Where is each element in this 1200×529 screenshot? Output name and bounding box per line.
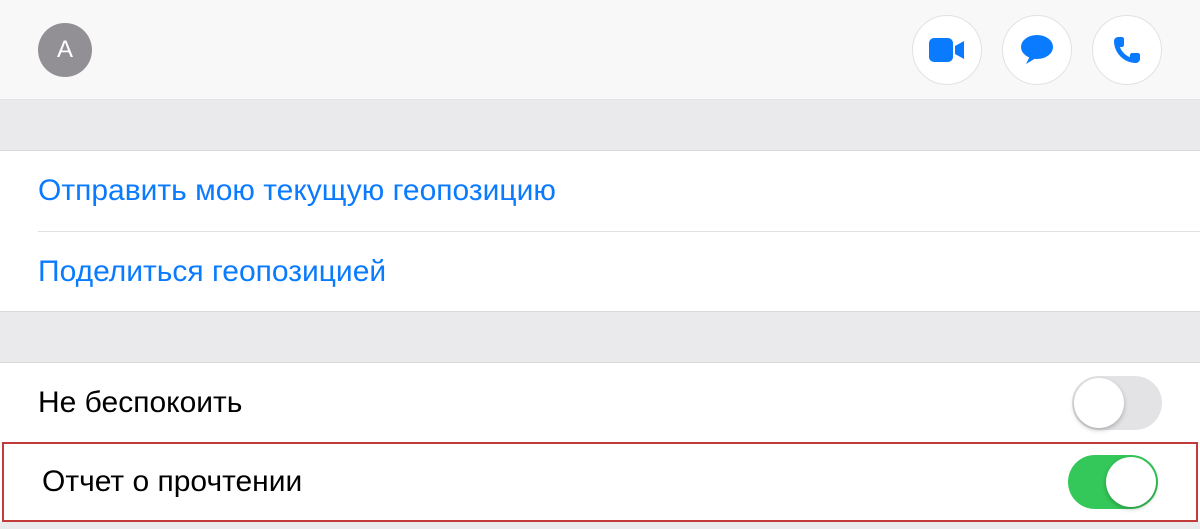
location-group: Отправить мою текущую геопозицию Поделит… — [0, 150, 1200, 312]
read-receipts-label: Отчет о прочтении — [42, 465, 302, 499]
toggle-knob — [1074, 378, 1124, 428]
video-icon — [929, 38, 965, 62]
do-not-disturb-label: Не беспокоить — [38, 386, 242, 420]
read-receipts-row: Отчет о прочтении — [2, 442, 1198, 522]
message-button[interactable] — [1002, 15, 1072, 85]
audio-call-button[interactable] — [1092, 15, 1162, 85]
settings-group: Не беспокоить Отчет о прочтении — [0, 362, 1200, 522]
section-gap — [0, 100, 1200, 150]
share-location-label: Поделиться геопозицией — [38, 255, 386, 289]
video-call-button[interactable] — [912, 15, 982, 85]
phone-icon — [1112, 35, 1142, 65]
header-actions — [912, 15, 1162, 85]
share-location-button[interactable]: Поделиться геопозицией — [38, 231, 1200, 311]
do-not-disturb-row: Не беспокоить — [0, 362, 1200, 442]
chat-icon — [1020, 34, 1054, 66]
contact-header: A — [0, 0, 1200, 100]
toggle-knob — [1106, 457, 1156, 507]
avatar-initial: A — [57, 36, 73, 64]
do-not-disturb-toggle[interactable] — [1072, 376, 1162, 430]
read-receipts-toggle[interactable] — [1068, 455, 1158, 509]
section-gap — [0, 312, 1200, 362]
send-current-location-label: Отправить мою текущую геопозицию — [38, 174, 556, 208]
send-current-location-button[interactable]: Отправить мою текущую геопозицию — [0, 151, 1200, 231]
avatar[interactable]: A — [38, 23, 92, 77]
